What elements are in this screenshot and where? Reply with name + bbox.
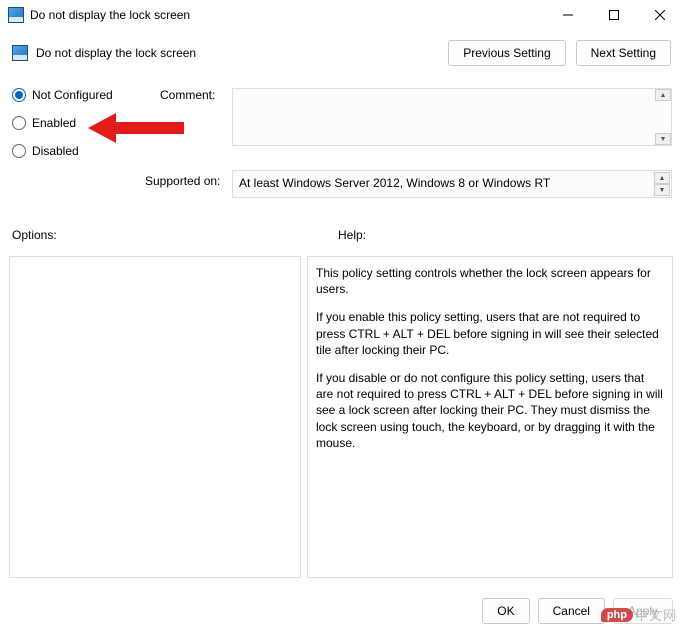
supported-scroll[interactable]: ▲ ▼	[654, 172, 670, 196]
titlebar: Do not display the lock screen	[0, 0, 683, 30]
comment-textarea[interactable]	[232, 88, 672, 146]
supported-on-text: At least Windows Server 2012, Windows 8 …	[232, 170, 672, 198]
comment-field-wrap: ▲ ▼	[232, 88, 672, 146]
comment-label: Comment:	[160, 88, 215, 102]
options-panel	[9, 256, 301, 578]
window-title: Do not display the lock screen	[30, 8, 545, 22]
apply-button: Apply	[613, 598, 673, 624]
radio-label: Not Configured	[32, 88, 113, 102]
radio-icon	[12, 116, 26, 130]
policy-icon	[12, 45, 28, 61]
next-setting-button[interactable]: Next Setting	[576, 40, 671, 66]
comment-scroll[interactable]: ▲ ▼	[655, 89, 671, 145]
help-paragraph: If you enable this policy setting, users…	[316, 309, 664, 358]
help-label: Help:	[338, 228, 366, 242]
help-paragraph: This policy setting controls whether the…	[316, 265, 664, 297]
scroll-down-icon[interactable]: ▼	[654, 184, 670, 196]
ok-button[interactable]: OK	[482, 598, 529, 624]
help-panel: This policy setting controls whether the…	[307, 256, 673, 578]
radio-icon	[12, 88, 26, 102]
policy-icon	[8, 7, 24, 23]
scroll-down-icon[interactable]: ▼	[655, 133, 671, 145]
maximize-button[interactable]	[591, 0, 637, 30]
policy-name: Do not display the lock screen	[36, 46, 448, 60]
supported-on-field-wrap: At least Windows Server 2012, Windows 8 …	[232, 170, 672, 198]
radio-not-configured[interactable]: Not Configured	[12, 88, 113, 102]
minimize-button[interactable]	[545, 0, 591, 30]
close-button[interactable]	[637, 0, 683, 30]
scroll-up-icon[interactable]: ▲	[655, 89, 671, 101]
radio-label: Disabled	[32, 144, 79, 158]
previous-setting-button[interactable]: Previous Setting	[448, 40, 565, 66]
cancel-button[interactable]: Cancel	[538, 598, 605, 624]
header-row: Do not display the lock screen Previous …	[0, 30, 683, 72]
options-label: Options:	[12, 228, 57, 242]
radio-enabled[interactable]: Enabled	[12, 116, 113, 130]
supported-on-label: Supported on:	[145, 174, 220, 188]
dialog-buttons: OK Cancel Apply	[482, 598, 673, 624]
supported-on-value: At least Windows Server 2012, Windows 8 …	[239, 176, 550, 190]
radio-disabled[interactable]: Disabled	[12, 144, 113, 158]
state-radio-group: Not Configured Enabled Disabled	[12, 88, 113, 172]
radio-label: Enabled	[32, 116, 76, 130]
help-paragraph: If you disable or do not configure this …	[316, 370, 664, 451]
window-controls	[545, 0, 683, 30]
nav-buttons: Previous Setting Next Setting	[448, 40, 671, 66]
radio-icon	[12, 144, 26, 158]
scroll-up-icon[interactable]: ▲	[654, 172, 670, 184]
